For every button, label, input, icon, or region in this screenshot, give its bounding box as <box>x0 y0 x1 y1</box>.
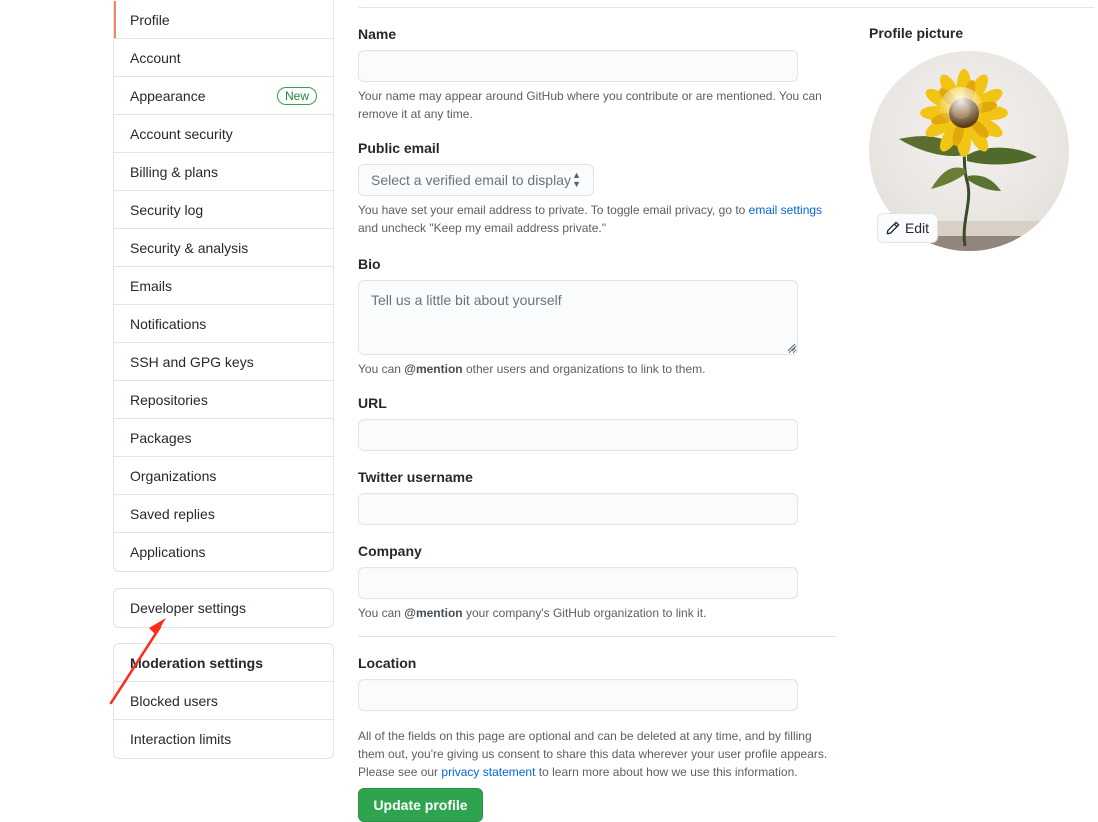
menu-item-label: Account security <box>130 125 233 142</box>
annotation-arrow-icon <box>109 618 166 705</box>
top-divider <box>358 7 1094 8</box>
name-note: Your name may appear around GitHub where… <box>358 89 822 121</box>
company-label: Company <box>358 543 422 559</box>
menu-item-notifications[interactable]: Notifications <box>114 305 333 343</box>
url-input[interactable] <box>358 419 798 451</box>
menu-item-label: Security log <box>130 201 204 218</box>
name-label: Name <box>358 26 397 42</box>
bio-label: Bio <box>358 256 381 272</box>
menu-item-label: Repositories <box>130 391 208 408</box>
menu-item-profile[interactable]: Profile <box>114 1 333 39</box>
mention-text: @mention <box>404 362 463 376</box>
menu-item-label: Notifications <box>130 315 207 332</box>
name-input[interactable] <box>358 50 798 82</box>
note-text: You can <box>358 362 405 376</box>
section-divider <box>358 636 836 637</box>
menu-item-label: Profile <box>130 11 170 28</box>
menu-item-organizations[interactable]: Organizations <box>114 457 333 495</box>
menu-item-saved-replies[interactable]: Saved replies <box>114 495 333 533</box>
menu-item-label: Developer settings <box>130 600 246 616</box>
pencil-icon <box>886 221 900 235</box>
menu-item-label: Billing & plans <box>130 163 218 180</box>
mention-text: @mention <box>404 606 463 620</box>
profile-picture-label: Profile picture <box>869 25 964 41</box>
public-email-note: You have set your email address to priva… <box>358 201 828 237</box>
menu-item-security-analysis[interactable]: Security & analysis <box>114 229 333 267</box>
menu-item-interaction-limits[interactable]: Interaction limits <box>114 720 333 758</box>
twitter-input[interactable] <box>358 493 798 525</box>
edit-label: Edit <box>904 220 930 236</box>
twitter-label: Twitter username <box>358 469 473 485</box>
menu-item-label: Saved replies <box>130 505 215 522</box>
note-text: You can <box>358 606 405 620</box>
menu-item-applications[interactable]: Applications <box>114 533 333 571</box>
public-email-selected: Select a verified email to display <box>371 172 571 188</box>
bio-note: You can @mention other users and organiz… <box>358 360 828 378</box>
bio-textarea[interactable] <box>358 280 798 355</box>
menu-item-label: Interaction limits <box>130 731 232 747</box>
menu-item-account[interactable]: Account <box>114 39 333 77</box>
menu-item-label: Appearance <box>130 87 206 104</box>
public-email-select[interactable]: Select a verified email to display ▲ ▼ <box>358 164 594 196</box>
menu-item-label: Packages <box>130 429 192 446</box>
resize-grip-icon[interactable] <box>786 342 796 352</box>
menu-item-label: Security & analysis <box>130 239 249 256</box>
menu-item-ssh-gpg-keys[interactable]: SSH and GPG keys <box>114 343 333 381</box>
settings-menu: Profile Account Appearance New Account s… <box>113 1 334 572</box>
note-text: your company's GitHub organization to li… <box>462 606 707 620</box>
public-email-label: Public email <box>358 140 440 156</box>
menu-item-account-security[interactable]: Account security <box>114 115 333 153</box>
email-settings-link[interactable]: email settings <box>749 203 822 217</box>
menu-item-packages[interactable]: Packages <box>114 419 333 457</box>
location-input[interactable] <box>358 679 798 711</box>
select-caret-icon: ▲ ▼ <box>572 170 581 189</box>
url-label: URL <box>358 395 387 411</box>
company-input[interactable] <box>358 567 798 599</box>
note-text: You have set your email address to priva… <box>358 203 749 217</box>
note-text: to learn more about how we use this info… <box>535 765 798 779</box>
menu-item-label: Emails <box>130 277 173 294</box>
new-badge: New <box>276 86 317 105</box>
menu-item-security-log[interactable]: Security log <box>114 191 333 229</box>
menu-item-billing[interactable]: Billing & plans <box>114 153 333 191</box>
location-label: Location <box>358 655 417 671</box>
menu-item-emails[interactable]: Emails <box>114 267 333 305</box>
menu-item-label: Applications <box>130 544 206 560</box>
update-profile-button[interactable]: Update profile <box>358 788 483 822</box>
edit-avatar-button[interactable]: Edit <box>877 213 938 243</box>
note-text: and uncheck "Keep my email address priva… <box>358 221 606 235</box>
menu-item-label: SSH and GPG keys <box>130 353 254 370</box>
company-note: You can @mention your company's GitHub o… <box>358 604 828 622</box>
consent-note: All of the fields on this page are optio… <box>358 727 833 781</box>
menu-item-repositories[interactable]: Repositories <box>114 381 333 419</box>
menu-item-label: Organizations <box>130 467 217 484</box>
note-text: other users and organizations to link to… <box>462 362 706 376</box>
menu-item-label: Account <box>130 49 181 66</box>
privacy-statement-link[interactable]: privacy statement <box>441 765 535 779</box>
menu-item-appearance[interactable]: Appearance New <box>114 77 333 115</box>
